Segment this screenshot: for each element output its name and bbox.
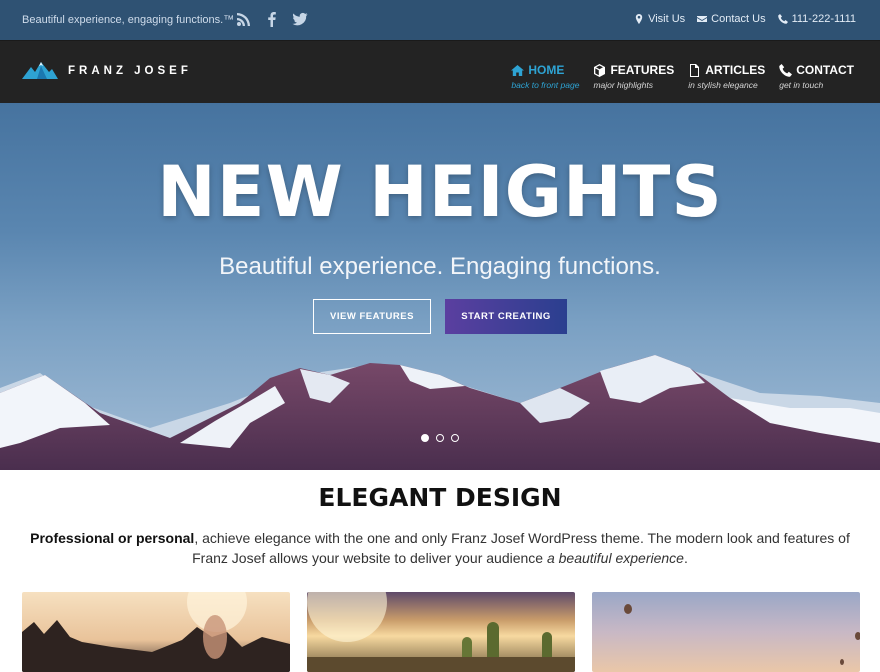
card-image-balloons (624, 604, 860, 665)
phone-number: 111-222-1111 (791, 13, 856, 25)
hero-subtitle: Beautiful experience. Engaging functions… (219, 253, 661, 280)
section-title: ELEGANT DESIGN (318, 483, 562, 512)
card-image-forest (22, 592, 290, 672)
menu-sub-home: back to front page (511, 80, 580, 90)
menu-label-contact: CONTACT (796, 63, 854, 77)
feature-cards (22, 592, 860, 672)
feature-card-image[interactable] (592, 592, 860, 672)
cube-icon (594, 63, 606, 77)
map-marker-icon (635, 14, 643, 24)
slider-dots (421, 434, 459, 442)
home-icon (511, 64, 525, 76)
document-icon (690, 63, 700, 77)
site-name: FRANZ JOSEF (68, 65, 192, 77)
intro-text: , achieve elegance with the one and only… (192, 530, 850, 566)
menu-item-features[interactable]: FEATURES major highlights (593, 63, 674, 90)
phone-icon (777, 14, 788, 24)
contact-us-link[interactable]: Contact Us (697, 13, 766, 25)
menu-item-contact[interactable]: CONTACT get in touch (779, 63, 854, 90)
menu-sub-articles: in stylish elegance (688, 80, 758, 90)
menu-label-features: FEATURES (610, 63, 675, 77)
main-menu: HOME back to front page FEATURES major h… (511, 63, 854, 90)
intro-end: . (683, 550, 688, 566)
slider-dot[interactable] (436, 434, 444, 442)
contact-links: Visit Us Contact Us 111-222-1111 (634, 13, 856, 25)
feature-card-image[interactable] (307, 592, 575, 672)
site-logo[interactable]: FRANZ JOSEF (22, 61, 192, 81)
main-navigation: FRANZ JOSEF HOME back to front page FEAT… (0, 40, 880, 103)
intro-italic: a beautiful experience (546, 550, 684, 566)
slider-dot[interactable] (451, 434, 459, 442)
intro-bold: Professional or personal (30, 530, 195, 546)
visit-us-label: Visit Us (648, 13, 686, 25)
phone-icon (779, 63, 793, 77)
view-features-button[interactable]: VIEW FEATURES (313, 299, 431, 334)
hero-title: NEW HEIGHTS (157, 151, 723, 233)
menu-label-articles: ARTICLES (705, 63, 766, 77)
social-links (236, 11, 308, 27)
contact-us-label: Contact Us (711, 13, 766, 25)
menu-label-home: HOME (528, 63, 565, 77)
visit-us-link[interactable]: Visit Us (634, 13, 685, 25)
twitter-icon[interactable] (292, 11, 308, 27)
hero-slider: NEW HEIGHTS Beautiful experience. Engagi… (0, 103, 880, 470)
menu-item-articles[interactable]: ARTICLES in stylish elegance (688, 63, 765, 90)
card-image-cactus (307, 592, 575, 672)
rss-icon[interactable] (236, 11, 252, 27)
menu-sub-features: major highlights (593, 80, 653, 90)
slider-dot[interactable] (421, 434, 429, 442)
feature-card-image[interactable] (22, 592, 290, 672)
menu-item-home[interactable]: HOME back to front page (511, 63, 579, 90)
phone-link[interactable]: 111-222-1111 (777, 13, 856, 25)
tagline: Beautiful experience, engaging functions… (22, 14, 235, 26)
facebook-icon[interactable] (264, 11, 280, 27)
menu-sub-contact: get in touch (779, 80, 824, 90)
mountain-logo-icon (22, 62, 58, 79)
start-creating-button[interactable]: START CREATING (445, 299, 567, 334)
envelope-icon (697, 16, 708, 22)
top-bar: Beautiful experience, engaging functions… (0, 0, 880, 40)
intro-paragraph: Professional or personal, achieve elegan… (30, 528, 850, 568)
